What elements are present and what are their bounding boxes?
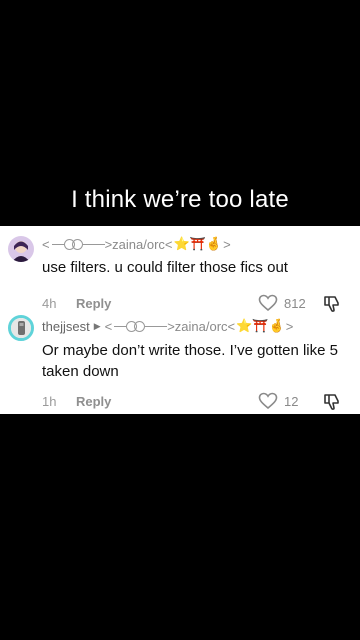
divider-line bbox=[51, 243, 64, 245]
username[interactable]: thejjsest bbox=[42, 319, 90, 334]
heart-icon bbox=[258, 392, 278, 410]
circle-icon bbox=[71, 238, 83, 250]
emoji-decoration: ⭐⛩️🤞 bbox=[236, 318, 285, 333]
display-name: >zaina/orc< bbox=[104, 236, 173, 252]
comments-screenshot-card: < >zaina/orc< ⭐⛩️🤞 > use filters. u coul… bbox=[0, 226, 360, 414]
reply-button[interactable]: Reply bbox=[76, 296, 111, 311]
video-caption: I think we’re too late bbox=[71, 186, 289, 213]
comment-header: < >zaina/orc< ⭐⛩️🤞 > bbox=[42, 236, 231, 252]
comment-text: use filters. u could filter those fics o… bbox=[42, 259, 288, 276]
divider-line bbox=[114, 325, 127, 327]
comment-text: Or maybe don’t write those. I’ve gotten … bbox=[42, 342, 338, 380]
name-end: > bbox=[285, 318, 294, 334]
like-count: 812 bbox=[284, 295, 306, 311]
circle-icon bbox=[134, 320, 146, 332]
name-prefix: < bbox=[42, 236, 50, 252]
play-triangle-icon: ▶ bbox=[93, 320, 101, 331]
dislike-button[interactable] bbox=[322, 294, 342, 319]
like-button[interactable]: 812 bbox=[258, 294, 306, 312]
avatar[interactable] bbox=[8, 315, 34, 341]
thumbs-down-icon bbox=[324, 296, 339, 312]
heart-icon bbox=[258, 294, 278, 312]
divider-line bbox=[82, 243, 105, 245]
like-count: 12 bbox=[284, 393, 299, 409]
name-end: > bbox=[223, 236, 231, 252]
display-name: >zaina/orc< bbox=[167, 318, 236, 334]
emoji-decoration: ⭐⛩️🤞 bbox=[173, 236, 223, 251]
timestamp: 1h bbox=[42, 394, 57, 409]
divider-line bbox=[145, 325, 168, 327]
comment-meta: 1h Reply bbox=[42, 394, 111, 409]
comment-header: thejjsest ▶ < >zaina/orc< ⭐⛩️🤞 > bbox=[42, 318, 293, 334]
avatar[interactable] bbox=[8, 236, 34, 262]
thumbs-down-icon bbox=[324, 394, 339, 410]
timestamp: 4h bbox=[42, 296, 57, 311]
reply-button[interactable]: Reply bbox=[76, 394, 111, 409]
comment-meta: 4h Reply bbox=[42, 296, 111, 311]
like-button[interactable]: 12 bbox=[258, 392, 298, 410]
name-prefix: < bbox=[104, 318, 113, 334]
dislike-button[interactable] bbox=[322, 392, 342, 417]
